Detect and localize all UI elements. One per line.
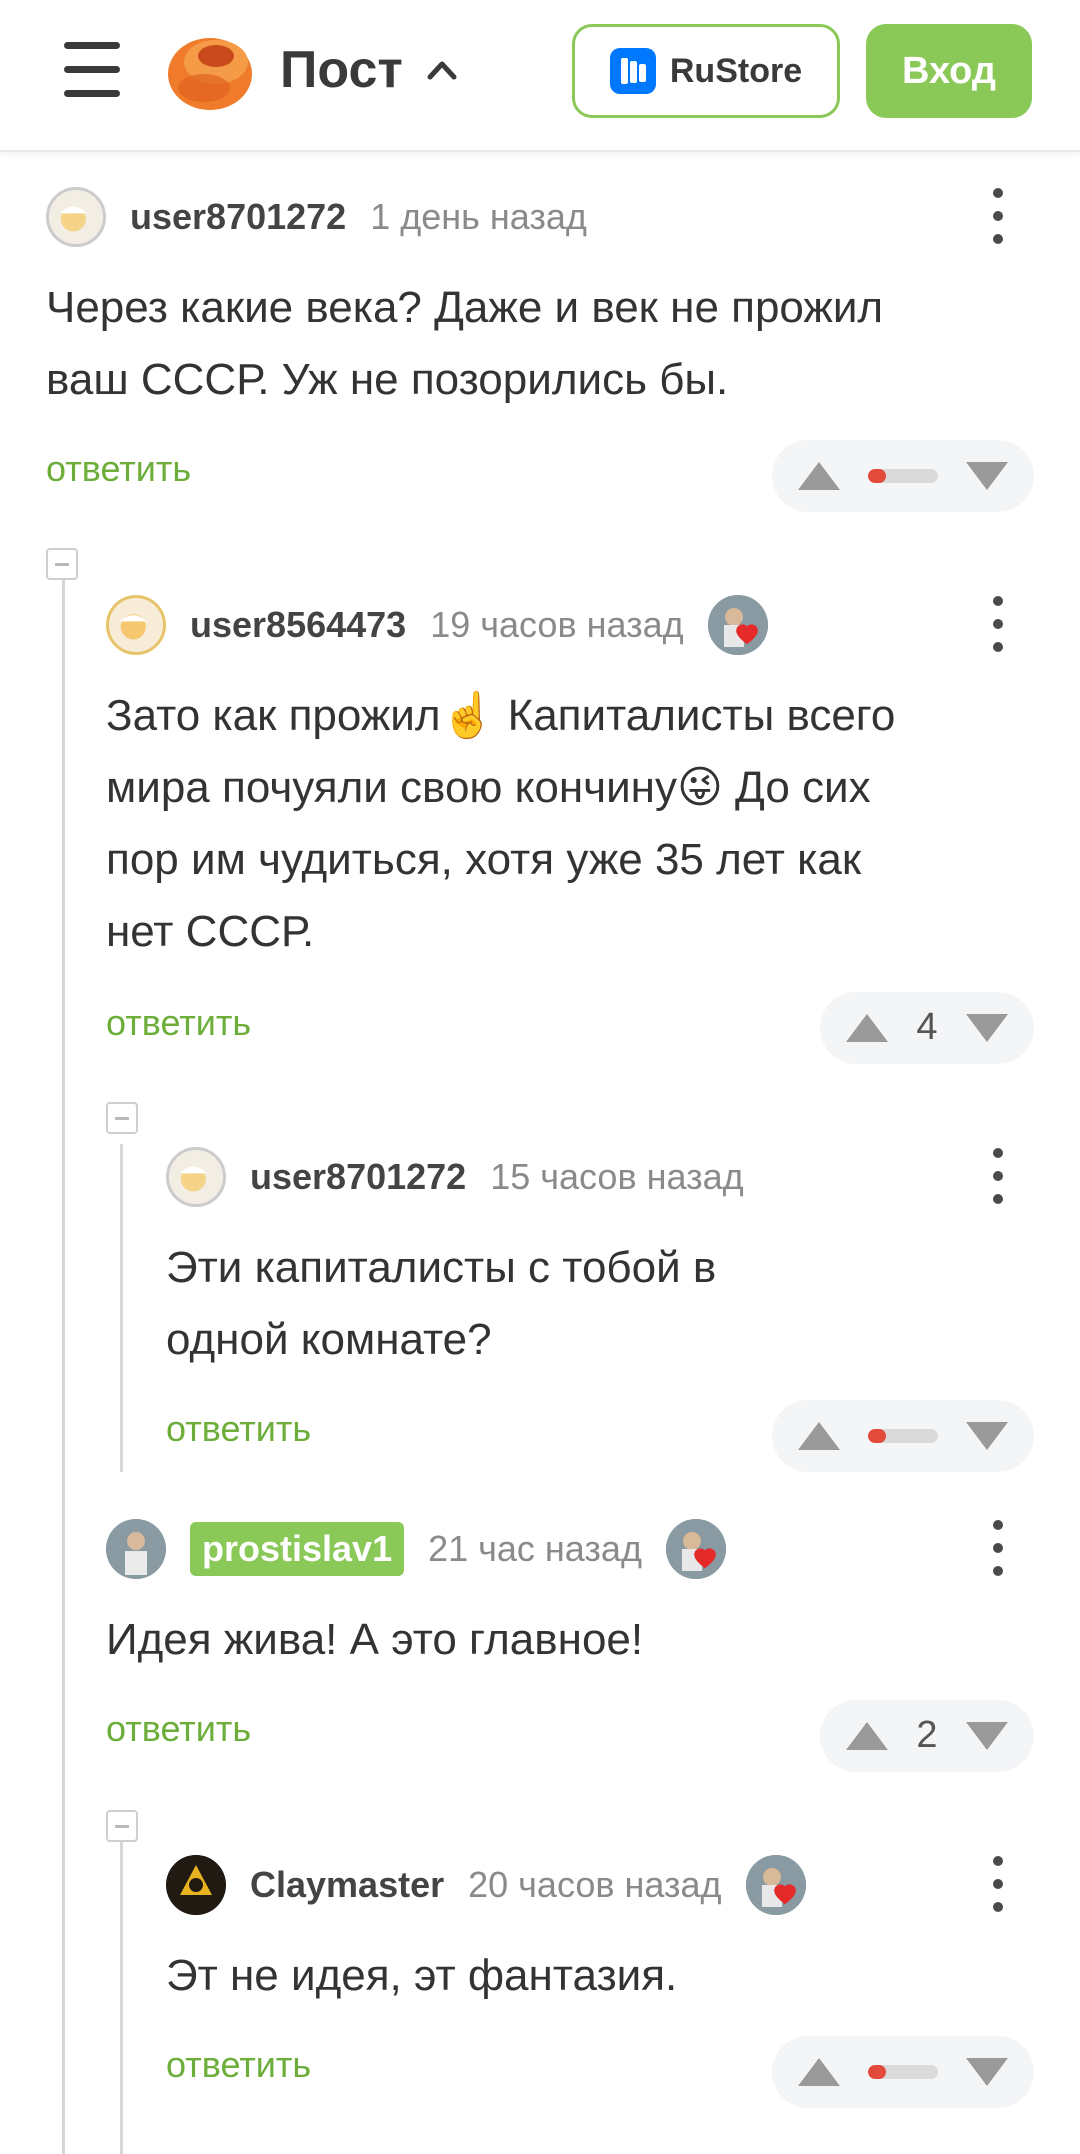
minus-square-icon[interactable]: [106, 1810, 138, 1842]
comment-time[interactable]: 15 часов назад: [490, 1156, 743, 1198]
rustore-icon: [609, 48, 656, 94]
rating-meter: [868, 469, 938, 483]
avatar[interactable]: [46, 187, 106, 247]
rating-meter: [868, 2065, 938, 2079]
comment-text: Идея жива! А это главное!: [106, 1615, 644, 1664]
avatar[interactable]: [166, 1855, 226, 1915]
rating-meter: [868, 1429, 938, 1443]
reply-link[interactable]: ответить: [106, 1002, 251, 1044]
avatar[interactable]: [106, 1519, 166, 1579]
minus-square-icon[interactable]: [46, 548, 78, 580]
comment-header: user8564473 19 часов назад: [106, 594, 768, 656]
rating-widget: [772, 2036, 1034, 2108]
comment-header: Claymaster 20 часов назад: [166, 1854, 806, 1916]
reactor-avatar[interactable]: [745, 1855, 806, 1915]
username[interactable]: user8564473: [190, 604, 406, 646]
avatar[interactable]: [106, 595, 166, 655]
username[interactable]: user8701272: [250, 1156, 466, 1198]
top-bar: Пост RuStore Вход: [0, 0, 1080, 152]
comment-text: Эти капиталисты с тобой в одной комнате?: [166, 1243, 717, 1364]
avatar[interactable]: [166, 1147, 226, 1207]
chevron-up-icon[interactable]: [422, 50, 462, 90]
username[interactable]: Claymaster: [250, 1864, 444, 1906]
more-vertical-icon[interactable]: [990, 184, 1006, 248]
thread-line-level-2[interactable]: [120, 1144, 123, 1472]
comment-text: Зато как прожил☝️ Капиталисты всего мира…: [106, 691, 896, 956]
comment-header: user8701272 1 день назад: [46, 186, 587, 248]
triangle-up-icon[interactable]: [798, 2058, 840, 2086]
more-vertical-icon[interactable]: [990, 1144, 1006, 1208]
triangle-down-icon[interactable]: [966, 2058, 1008, 2086]
comment-time[interactable]: 20 часов назад: [468, 1864, 721, 1906]
triangle-down-icon[interactable]: [966, 1422, 1008, 1450]
pikabu-logo[interactable]: [164, 26, 254, 112]
username[interactable]: user8701272: [130, 196, 346, 238]
comment-time[interactable]: 19 часов назад: [430, 604, 683, 646]
username[interactable]: prostislav1: [190, 1522, 405, 1576]
rating-widget: 4: [820, 992, 1034, 1064]
thread-line-level-2[interactable]: [120, 1840, 123, 2154]
reply-link[interactable]: ответить: [166, 1408, 311, 1450]
reply-link[interactable]: ответить: [106, 1708, 251, 1750]
thread-line-level-1[interactable]: [62, 580, 65, 2154]
page-title[interactable]: Пост: [280, 40, 403, 100]
comment-text: Через какие века? Даже и век не прожил в…: [46, 283, 884, 404]
more-vertical-icon[interactable]: [990, 592, 1006, 656]
comment-time[interactable]: 21 час назад: [428, 1528, 642, 1570]
comment-time[interactable]: 1 день назад: [370, 196, 587, 238]
reactor-avatar[interactable]: [707, 595, 768, 655]
more-vertical-icon[interactable]: [990, 1516, 1006, 1580]
triangle-up-icon[interactable]: [798, 1422, 840, 1450]
triangle-down-icon[interactable]: [966, 1722, 1008, 1750]
minus-square-icon[interactable]: [106, 1102, 138, 1134]
triangle-down-icon[interactable]: [966, 1014, 1008, 1042]
rating-widget: [772, 1400, 1034, 1472]
rustore-label: RuStore: [669, 51, 803, 90]
rating-widget: [772, 440, 1034, 512]
login-button[interactable]: Вход: [866, 24, 1032, 118]
reply-link[interactable]: ответить: [46, 448, 191, 490]
rustore-button[interactable]: RuStore: [572, 24, 840, 118]
reply-link[interactable]: ответить: [166, 2044, 311, 2086]
comment-header: user8701272 15 часов назад: [166, 1146, 744, 1208]
triangle-down-icon[interactable]: [966, 462, 1008, 490]
comment-header: prostislav1 21 час назад: [106, 1518, 726, 1580]
hamburger-icon[interactable]: [64, 42, 120, 98]
more-vertical-icon[interactable]: [990, 1852, 1006, 1916]
reactor-avatar[interactable]: [665, 1519, 726, 1579]
rating-widget: 2: [820, 1700, 1034, 1772]
triangle-up-icon[interactable]: [798, 462, 840, 490]
comment-text: Эт не идея, эт фантазия.: [166, 1951, 678, 2000]
